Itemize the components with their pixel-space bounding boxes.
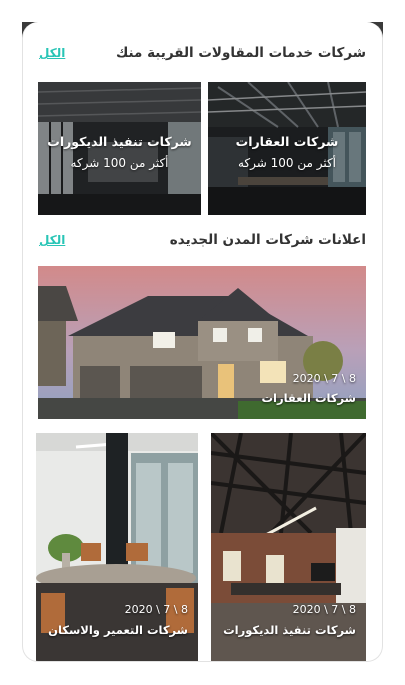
category-card-decor[interactable]: شركات تنفيذ الديكورات أكثر من 100 شركه [38, 82, 201, 215]
section-title: شركات خدمات المقاولات القريبة منك [115, 45, 366, 61]
section-title: اعلانات شركات المدن الجديده [169, 232, 366, 248]
ad-company-name: شركات العقارات [261, 391, 357, 405]
app-screen: شركات خدمات المقاولات القريبة منك الكل ش… [22, 22, 383, 662]
contractors-section-header: شركات خدمات المقاولات القريبة منك الكل [39, 42, 366, 64]
ad-date: 2020 \ 7 \ 8 [292, 372, 356, 385]
ads-section-header: اعلانات شركات المدن الجديده الكل [39, 229, 366, 251]
ad-date: 2020 \ 7 \ 8 [124, 603, 188, 616]
card-title: شركات العقارات [235, 134, 339, 149]
ad-company-name: شركات تنفيذ الديكورات [223, 623, 356, 637]
card-subtitle: أكثر من 100 شركه [237, 156, 337, 170]
see-all-link[interactable]: الكل [39, 233, 65, 247]
ad-card-decor[interactable]: 2020 \ 7 \ 8 شركات تنفيذ الديكورات [211, 433, 366, 661]
see-all-link[interactable]: الكل [39, 46, 65, 60]
ad-card-construction[interactable]: 2020 \ 7 \ 8 شركات التعمير والاسكان [36, 433, 198, 661]
ad-date: 2020 \ 7 \ 8 [292, 603, 356, 616]
ad-company-name: شركات التعمير والاسكان [48, 623, 188, 637]
card-title: شركات تنفيذ الديكورات [47, 134, 192, 149]
category-card-real-estate[interactable]: شركات العقارات أكثر من 100 شركه [208, 82, 366, 215]
card-subtitle: أكثر من 100 شركه [70, 156, 169, 170]
featured-ad-card[interactable]: 2020 \ 7 \ 8 شركات العقارات [38, 266, 366, 419]
